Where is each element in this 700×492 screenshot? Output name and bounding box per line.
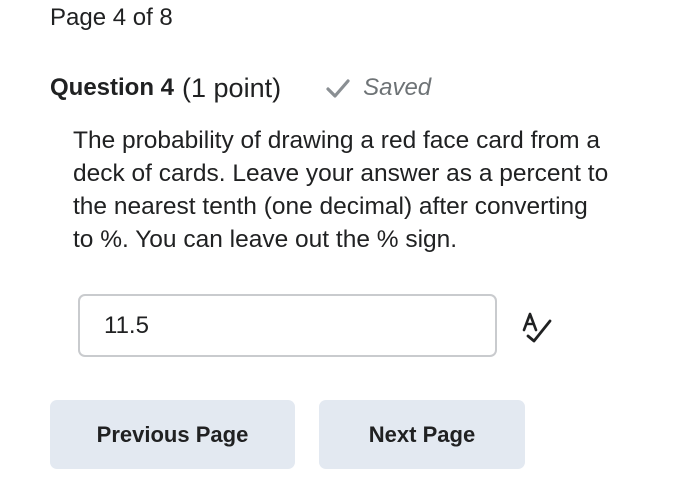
question-points: (1 point) [182, 72, 282, 103]
question-text: The probability of drawing a red face ca… [73, 127, 609, 253]
spellcheck-icon[interactable] [520, 310, 554, 344]
page-indicator: Page 4 of 8 [50, 4, 173, 31]
answer-field[interactable] [78, 294, 497, 357]
checkmark-icon [326, 79, 350, 98]
next-page-button[interactable]: Next Page [319, 400, 525, 469]
answer-input[interactable] [104, 296, 484, 355]
previous-page-button[interactable]: Previous Page [50, 400, 295, 469]
question-title: Question 4 [50, 74, 175, 101]
saved-label: Saved [363, 74, 432, 101]
question-header: Question 4 (1 point) Saved [50, 70, 431, 106]
saved-status: Saved [325, 74, 431, 102]
